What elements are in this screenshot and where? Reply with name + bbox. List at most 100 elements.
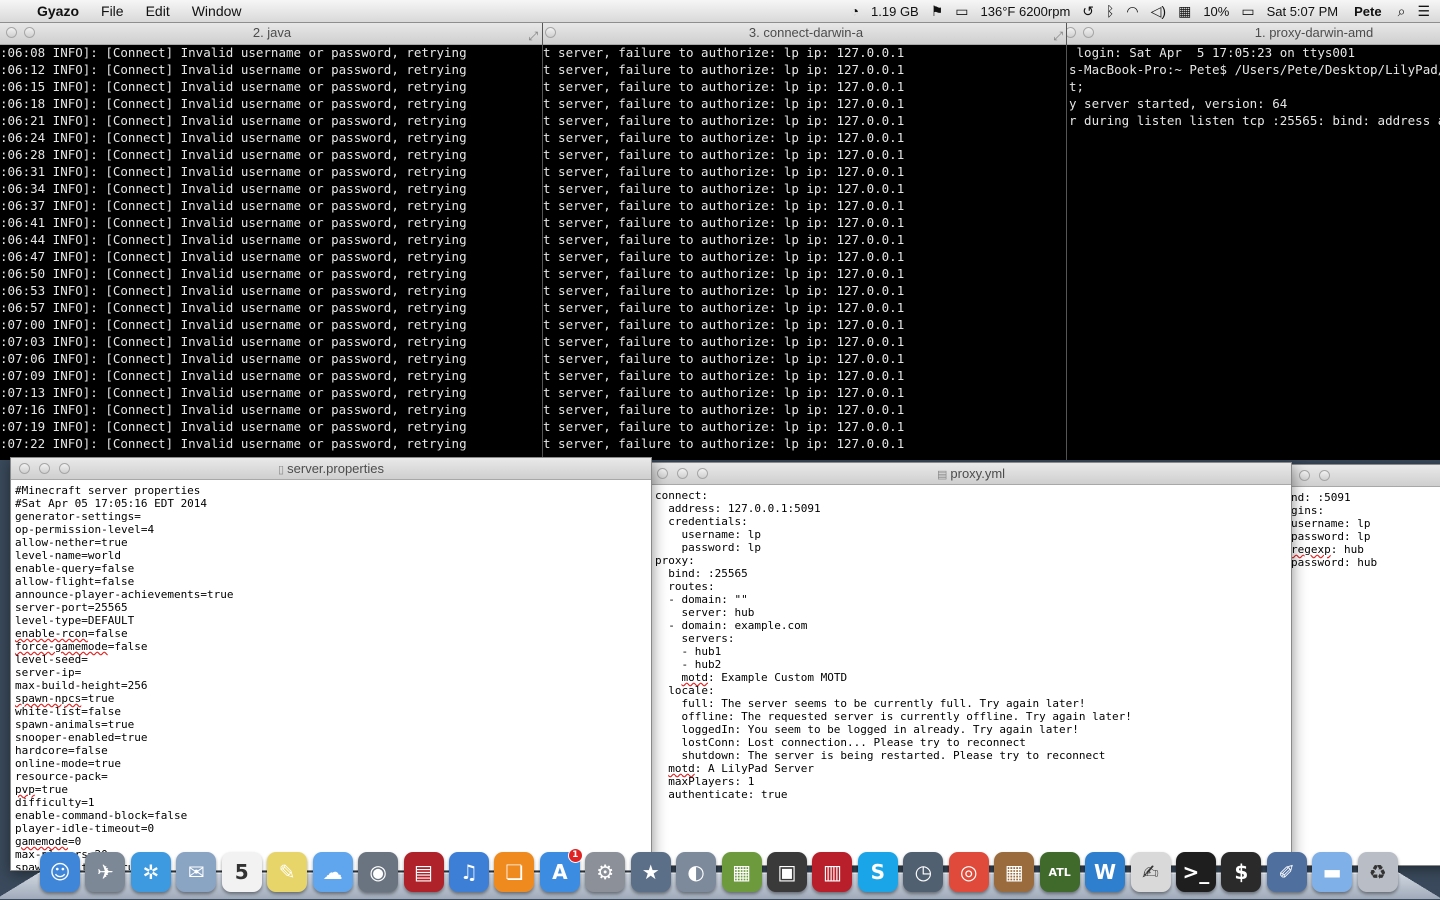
dock-facetime-icon[interactable]: ◉	[358, 852, 399, 892]
camera-icon[interactable]: ▭	[949, 3, 974, 20]
code-line: level-name=world	[15, 549, 121, 562]
editor-window-connect-yml[interactable]: nd: :5091 gins: username: lp password: lp re…	[1286, 464, 1440, 866]
dock-terminal-2-icon[interactable]: $	[1221, 852, 1262, 892]
minimize-button[interactable]	[1319, 470, 1330, 481]
dock-imovie-icon[interactable]: ★	[630, 852, 671, 892]
code-line: online-mode=true	[15, 757, 121, 770]
window-titlebar[interactable]: 2. java ⤢	[0, 22, 544, 45]
close-button[interactable]	[19, 463, 30, 474]
close-button[interactable]	[1067, 27, 1076, 38]
close-button[interactable]	[1299, 470, 1310, 481]
dock-photo-slideshow-icon[interactable]: ▣	[767, 852, 807, 892]
terminal-output[interactable]: t server, failure to authorize: lp ip: 1…	[543, 44, 1069, 460]
window-titlebar[interactable]: 1. proxy-darwin-amd	[1067, 22, 1440, 45]
dock-crafting-table-icon[interactable]: ▦	[994, 852, 1035, 892]
minimize-button[interactable]	[39, 463, 50, 474]
dock-calendar-icon[interactable]: 5	[221, 852, 262, 892]
hardware-monitor-icon[interactable]: ⚑	[925, 3, 950, 20]
menu-file[interactable]: File	[90, 3, 135, 19]
minimize-button[interactable]	[24, 27, 35, 38]
document-icon: ▤	[936, 469, 951, 481]
dock-messages-icon[interactable]: ☁	[312, 852, 353, 892]
menu-window[interactable]: Window	[181, 3, 253, 19]
clock[interactable]: Sat 5:07 PM	[1261, 4, 1345, 19]
log-line: :06:24 INFO]: [Connect] Invalid username…	[0, 130, 467, 145]
window-titlebar[interactable]: ▯ server.properties	[11, 458, 651, 480]
editor-text[interactable]: connect: address: 127.0.0.1:5091 credent…	[651, 485, 1291, 865]
log-line: :07:16 INFO]: [Connect] Invalid username…	[0, 402, 467, 417]
battery-icon[interactable]: ▭	[1235, 3, 1260, 20]
fullscreen-icon[interactable]: ⤢	[1053, 25, 1063, 44]
notification-center-icon[interactable]: ☰	[1411, 3, 1440, 20]
close-button[interactable]	[545, 27, 556, 38]
memory-readout[interactable]: 1.19 GB	[865, 4, 925, 19]
terminal-window-java[interactable]: 2. java ⤢ :06:08 INFO]: [Connect] Invali…	[0, 22, 544, 460]
code-line: #Sat Apr 05 17:05:16 EDT 2014	[15, 497, 208, 510]
terminal-window-proxy[interactable]: 1. proxy-darwin-amd login: Sat Apr 5 17:…	[1066, 22, 1440, 460]
memory-gauge-icon[interactable]: ◔	[845, 3, 865, 19]
dock-script-editor-icon[interactable]: ✐	[1266, 852, 1307, 892]
window-titlebar[interactable]: 3. connect-darwin-a ⤢	[543, 22, 1069, 45]
dock-time-machine-icon[interactable]: ◷	[903, 852, 944, 892]
calendar-menu-icon[interactable]: ▦	[1172, 3, 1197, 20]
editor-text[interactable]: nd: :5091 gins: username: lp password: lp re…	[1287, 487, 1440, 865]
window-titlebar[interactable]: ▤ proxy.yml	[651, 463, 1291, 485]
code-line: #Minecraft server properties	[15, 484, 201, 497]
dock-terminal-icon[interactable]: >_	[1175, 852, 1216, 892]
zoom-button[interactable]	[697, 468, 708, 479]
battery-percent[interactable]: 10%	[1197, 4, 1235, 19]
dock-skype-icon[interactable]: S	[857, 852, 898, 892]
dock-system-preferences-icon[interactable]: ⚙	[585, 852, 626, 892]
dock-coda-icon[interactable]: W	[1085, 852, 1126, 892]
code-line: white-list=false	[15, 705, 121, 718]
terminal-output[interactable]: :06:08 INFO]: [Connect] Invalid username…	[0, 44, 544, 460]
volume-icon[interactable]: ◁)	[1145, 3, 1172, 20]
dock-app-store-icon[interactable]: A1	[539, 848, 583, 892]
dock-ibooks-icon[interactable]: ❏	[494, 852, 535, 892]
dock-mail-icon[interactable]: ✉	[176, 852, 217, 892]
wifi-icon[interactable]: ◠	[1120, 3, 1144, 20]
dock-atlauncher-icon[interactable]: ATL	[1039, 852, 1080, 892]
app-menu[interactable]: Gyazo	[26, 3, 90, 19]
terminal-window-connect[interactable]: 3. connect-darwin-a ⤢ t server, failure …	[542, 22, 1069, 460]
close-button[interactable]	[657, 468, 668, 479]
dock-icons: ☺ ✈ ✲ ✉ 5 ✎ ☁ ◉ ▤ ♫ ❏ A 1 ⚙ ★ ◐ ▦ ▣ ▥ S ◷ ◎ ▦ ATL W ✍ >_ $ ✐ ▬ ♻	[40, 846, 1398, 892]
dock-minecraft-icon[interactable]: ▦	[721, 852, 762, 892]
minimize-button[interactable]	[1083, 27, 1094, 38]
log-line: :07:22 INFO]: [Connect] Invalid username…	[0, 436, 467, 451]
dock-stickies-icon[interactable]: ✎	[267, 852, 308, 892]
terminal-output[interactable]: login: Sat Apr 5 17:05:23 on ttys001 s-Ma…	[1067, 44, 1440, 460]
user-menu[interactable]: Pete	[1344, 4, 1391, 19]
log-line: :07:09 INFO]: [Connect] Invalid username…	[0, 368, 467, 383]
spotlight-search-icon[interactable]: ⌕	[1392, 3, 1412, 20]
dock-finder-icon[interactable]: ☺	[40, 852, 80, 892]
dock-chrome-icon[interactable]: ◎	[948, 852, 989, 892]
log-line: :06:31 INFO]: [Connect] Invalid username…	[0, 164, 467, 179]
code-line: enable-command-block=false	[15, 809, 188, 822]
time-machine-icon[interactable]: ↺	[1076, 3, 1100, 20]
dock-quicktime-icon[interactable]: ◐	[676, 852, 717, 892]
editor-text[interactable]: #Minecraft server properties #Sat Apr 05 …	[11, 480, 651, 870]
dock-pdf-app-icon[interactable]: ▥	[812, 852, 853, 892]
close-button[interactable]	[6, 27, 17, 38]
dock-folder-icon[interactable]: ▬	[1312, 852, 1353, 892]
editor-window-server-properties[interactable]: ▯ server.properties #Minecraft server pr…	[10, 457, 652, 871]
log-line: s-MacBook-Pro:~ Pete$ /Users/Pete/Deskto…	[1069, 62, 1440, 77]
zoom-button[interactable]	[59, 463, 70, 474]
dock-launchpad-icon[interactable]: ✈	[85, 852, 126, 892]
menu-edit[interactable]: Edit	[135, 3, 181, 19]
editor-window-proxy-yml[interactable]: ▤ proxy.yml connect: address: 127.0.0.1:…	[650, 462, 1292, 866]
code-line: pvp=true	[15, 783, 68, 796]
temperature-fan-readout[interactable]: 136°F 6200rpm	[975, 4, 1077, 19]
fullscreen-icon[interactable]: ⤢	[528, 25, 538, 44]
dock-itunes-icon[interactable]: ♫	[448, 852, 489, 892]
minimize-button[interactable]	[677, 468, 688, 479]
dock-textedit-icon[interactable]: ✍	[1130, 852, 1171, 892]
dock-photo-booth-icon[interactable]: ▤	[403, 852, 444, 892]
window-titlebar[interactable]	[1287, 465, 1440, 487]
log-line: t server, failure to authorize: lp ip: 1…	[543, 79, 905, 94]
dock-trash-icon[interactable]: ♻	[1357, 852, 1398, 892]
bluetooth-icon[interactable]: ᛒ	[1100, 3, 1120, 19]
log-line: :06:53 INFO]: [Connect] Invalid username…	[0, 283, 467, 298]
dock-safari-icon[interactable]: ✲	[130, 852, 171, 892]
